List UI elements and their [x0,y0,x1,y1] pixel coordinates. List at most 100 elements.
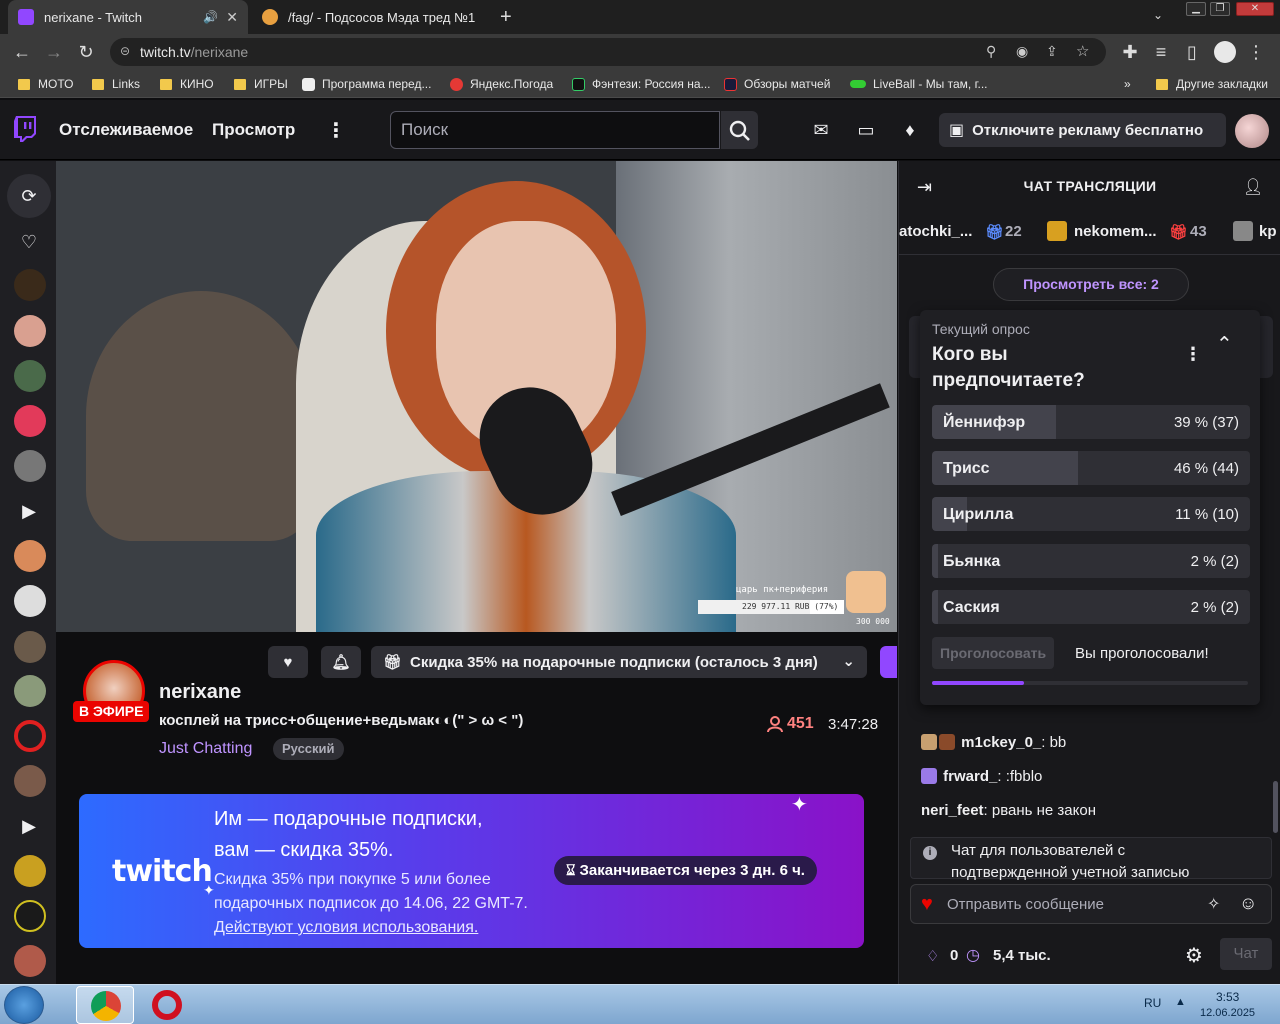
donation-goal-target: 300 000 [856,617,890,626]
chevron-down-icon[interactable]: ⌄ [1153,8,1163,22]
bookmark-star-icon[interactable]: ☆ [1076,42,1089,60]
bookmark-reviews[interactable]: Обзоры матчей [724,75,830,93]
nav-following[interactable]: Отслеживаемое [59,120,193,140]
channel-avatar[interactable] [14,765,46,797]
channel-avatar[interactable] [14,855,46,887]
profile-icon[interactable] [1214,41,1236,63]
media-icon[interactable]: ≡ [1151,42,1171,62]
adfree-button[interactable]: ▣ Отключите рекламу бесплатно [939,113,1226,147]
clock-time[interactable]: 3:53 [1216,990,1239,1004]
zoom-icon[interactable]: ⚲ [986,43,996,60]
notifications-button[interactable]: 🔔︎ [321,646,361,678]
channel-avatar[interactable] [14,315,46,347]
gifter-name[interactable]: atochki_... [899,223,972,240]
watch-streak-icon[interactable]: ◷ [966,945,980,965]
chat-scrollbar[interactable] [1273,781,1278,833]
promo-terms-link[interactable]: Действуют условия использования. [214,919,478,936]
channel-avatar[interactable] [14,405,46,437]
collapse-poll-icon[interactable]: ⌄ [1216,330,1233,355]
bookmark-moto[interactable]: МОТО [18,75,73,93]
bookmark-other[interactable]: Другие закладки [1156,75,1268,93]
start-button[interactable] [4,986,44,1024]
search-input[interactable]: Поиск [390,111,720,149]
inbox-icon[interactable]: ✉ [810,120,832,140]
nav-browse[interactable]: Просмотр [212,120,295,140]
channel-avatar[interactable] [14,360,46,392]
channel-avatar[interactable] [14,900,46,932]
chat-username[interactable]: frward_ [943,768,997,785]
poll-menu-icon[interactable]: ⋮ [1184,344,1202,365]
subscribe-button[interactable] [880,646,897,678]
chat-send-button[interactable]: Чат [1220,938,1272,970]
channel-avatar[interactable] [14,540,46,572]
poll-option-result: 11 % (10) [1175,506,1239,523]
channel-avatar[interactable] [14,945,46,977]
site-info-icon[interactable]: ⊝ [120,44,130,58]
bits-icon[interactable]: ✧ [1207,894,1220,914]
channel-name[interactable]: nerixane [159,681,241,704]
bookmark-links[interactable]: Links [92,75,140,93]
channel-avatar[interactable] [14,269,46,301]
tab-fag[interactable]: /fag/ - Подсосов Мэда тред №1 [252,0,492,34]
twitch-logo-icon[interactable] [14,116,36,142]
bookmark-weather[interactable]: Яндекс.Погода [450,75,553,93]
user-avatar[interactable] [1235,114,1269,148]
eye-off-icon[interactable]: ◉ [1016,43,1028,60]
tray-arrow-icon[interactable]: ▲ [1175,996,1186,1008]
category-link[interactable]: Just Chatting [159,740,252,758]
bookmark-tv[interactable]: Программа перед... [302,75,431,93]
opera-icon[interactable] [152,990,182,1020]
channel-avatar[interactable] [14,720,46,752]
follow-button[interactable]: ♥ [268,646,308,678]
bookmark-igry[interactable]: ИГРЫ [234,75,288,93]
speaker-icon[interactable]: 🔊 [203,10,218,24]
video-player[interactable]: царь пк+периферия 229 977.11 RUB (77%) 3… [56,161,897,632]
restore-icon[interactable]: ❐ [1210,2,1230,16]
collapse-sidebar-button[interactable]: ⟳ [7,174,51,218]
bookmark-kino[interactable]: КИНО [160,75,214,93]
language-tag[interactable]: Русский [273,738,344,760]
heart-badge-icon[interactable]: ♥ [921,893,933,916]
chat-username[interactable]: m1ckey_0_ [961,734,1041,751]
share-icon[interactable]: ⇪ [1046,43,1058,60]
forward-icon[interactable]: → [44,42,64,62]
gift-icon: 🎁︎ [1169,224,1189,241]
emote-icon[interactable]: ☺ [1239,893,1257,914]
menu-dots-icon[interactable]: ⋮ [1246,42,1266,62]
new-tab-button[interactable]: + [500,6,512,29]
extensions-icon[interactable]: ✚ [1120,42,1140,62]
reload-icon[interactable]: ↻ [76,42,96,62]
bookmark-fantasy[interactable]: Фэнтези: Россия на... [572,75,711,93]
prime-crown-icon[interactable]: ♦ [899,120,921,140]
search-button[interactable] [721,111,758,149]
bookmarks-more-button[interactable]: » [1124,75,1131,93]
channel-avatar[interactable] [14,631,46,663]
more-dots-icon[interactable]: ⋮ [326,118,346,143]
settings-gear-icon[interactable]: ⚙ [1185,943,1203,968]
url-input[interactable]: ⊝ twitch.tv/nerixane ⚲ ◉ ⇪ ☆ [110,38,1106,66]
taskbar-chrome[interactable] [76,986,134,1024]
channel-avatar[interactable] [14,450,46,482]
chat-username[interactable]: neri_feet [921,802,984,819]
close-tab-icon[interactable]: ✕ [226,9,238,26]
poll-card: Текущий опрос Кого вы предпочитаете? ⋮ ⌄… [920,310,1260,705]
community-icon[interactable]: 👤︎ [1243,177,1263,197]
gifter-name[interactable]: kp [1259,223,1277,240]
side-panel-icon[interactable]: ▯ [1182,42,1202,62]
channel-avatar[interactable] [14,675,46,707]
clock-date[interactable]: 12.06.2025 [1200,1007,1255,1019]
back-icon[interactable]: ← [12,42,32,62]
gift-sub-button[interactable]: 🎁︎ Скидка 35% на подарочные подписки (ос… [371,646,867,678]
minimize-icon[interactable]: ▁ [1186,2,1206,16]
whispers-icon[interactable]: ▭ [855,120,877,140]
language-indicator[interactable]: RU [1144,996,1161,1010]
bookmark-liveball[interactable]: LiveBall - Мы там, г... [850,75,988,93]
channel-avatar[interactable] [14,585,46,617]
channel-points-icon[interactable]: ♢ [926,947,939,965]
close-window-icon[interactable]: ✕ [1236,2,1274,16]
tab-twitch[interactable]: nerixane - Twitch 🔊 ✕ [8,0,248,34]
chat-input[interactable]: ♥ Отправить сообщение ✧ ☺ [910,884,1272,924]
gifter-name[interactable]: nekomem... [1074,223,1157,240]
view-all-button[interactable]: Просмотреть все: 2 [993,268,1189,301]
vote-button[interactable]: Проголосовать [932,637,1055,669]
